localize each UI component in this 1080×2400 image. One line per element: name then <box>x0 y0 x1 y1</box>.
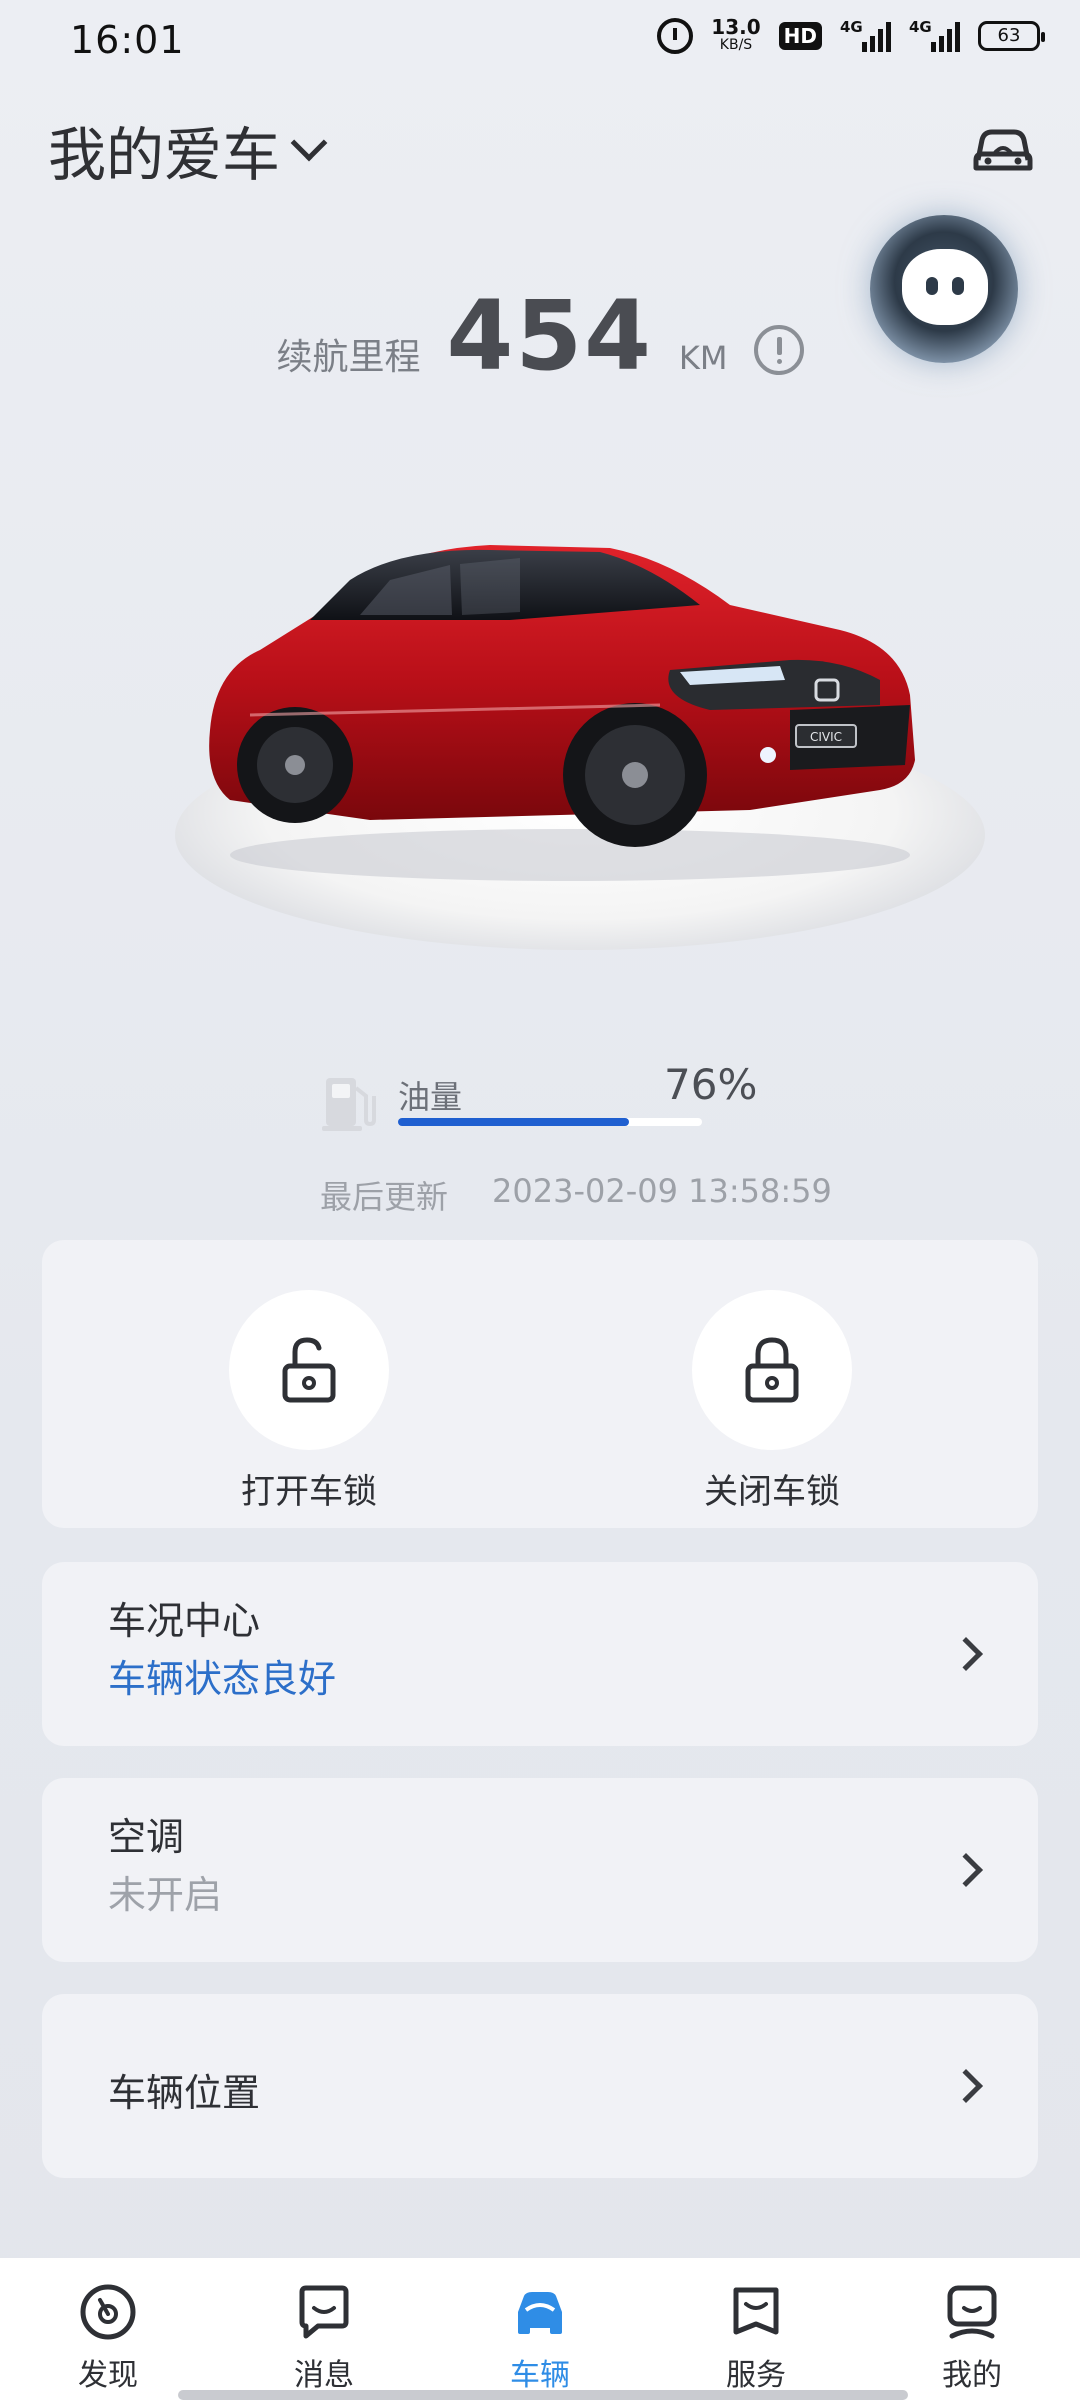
discover-icon <box>80 2284 136 2340</box>
last-update-time: 2023-02-09 13:58:59 <box>492 1172 832 1210</box>
vehicle-location-card[interactable]: 车辆位置 <box>42 1994 1038 2178</box>
tab-label: 发现 <box>78 2358 138 2393</box>
sim2-network-label: 4G <box>909 18 932 36</box>
range-unit: KM <box>678 339 728 377</box>
location-title: 车辆位置 <box>108 2071 261 2115</box>
status-icons: 13.0 KB/S HD 4G 4G 63 <box>657 17 1045 54</box>
status-time: 16:01 <box>70 18 185 62</box>
info-icon[interactable] <box>753 325 804 375</box>
tab-discover[interactable]: 发现 <box>0 2258 216 2400</box>
tab-label: 车辆 <box>510 2358 570 2393</box>
alarm-icon <box>657 18 694 54</box>
lock-button[interactable]: 关闭车锁 <box>692 1290 852 1513</box>
service-icon <box>733 2287 779 2335</box>
svg-text:CIVIC: CIVIC <box>810 730 842 744</box>
vehicle-home-screen: 16:01 13.0 KB/S HD 4G 4G 63 我的爱车 续航里程 45… <box>0 0 1080 2400</box>
profile-icon <box>947 2285 997 2339</box>
tab-messages[interactable]: 消息 <box>216 2258 432 2400</box>
status-center-status: 车辆状态良好 <box>108 1657 337 1701</box>
unlock-label: 打开车锁 <box>241 1472 377 1512</box>
tab-label: 服务 <box>726 2358 786 2393</box>
tab-service[interactable]: 服务 <box>648 2258 864 2400</box>
home-indicator[interactable] <box>178 2390 908 2400</box>
vehicle-icon <box>518 2292 562 2334</box>
ac-title: 空调 <box>108 1815 185 1859</box>
status-center-title: 车况中心 <box>108 1599 261 1643</box>
unlock-circle <box>229 1290 389 1450</box>
battery-icon: 63 <box>978 21 1045 51</box>
status-center-card[interactable]: 车况中心 车辆状态良好 <box>42 1562 1038 1746</box>
car-image: CIVIC <box>209 545 915 881</box>
chevron-down-icon <box>290 124 328 162</box>
range-display: 续航里程 454 KM <box>0 280 1080 392</box>
tab-label: 我的 <box>942 2358 1002 2393</box>
last-update-label: 最后更新 <box>320 1178 449 1216</box>
last-update: 最后更新 2023-02-09 13:58:59 <box>320 1172 832 1218</box>
vehicle-selector[interactable]: 我的爱车 <box>48 108 328 192</box>
network-speed: 13.0 KB/S <box>711 17 760 54</box>
fuel-level-fill <box>398 1118 630 1126</box>
message-icon <box>299 2285 349 2339</box>
hd-voice-icon: HD <box>778 22 822 50</box>
fuel-level-bar <box>398 1118 702 1126</box>
unlock-button[interactable]: 打开车锁 <box>229 1290 389 1513</box>
bottom-tab-bar: 发现 消息 车辆 服务 我的 <box>0 2258 1080 2400</box>
lock-control-card: 打开车锁 关闭车锁 <box>42 1240 1038 1528</box>
page-title: 我的爱车 <box>48 121 281 189</box>
car-front-icon[interactable] <box>970 118 1036 184</box>
signal-sim1-icon: 4G <box>840 18 891 52</box>
range-label: 续航里程 <box>276 337 421 378</box>
status-bar: 16:01 13.0 KB/S HD 4G 4G 63 <box>0 0 1080 84</box>
tab-vehicle[interactable]: 车辆 <box>432 2258 648 2400</box>
lock-circle <box>692 1290 852 1450</box>
locked-padlock-icon <box>745 1337 799 1403</box>
fuel-percent: 76% <box>664 1060 758 1109</box>
air-conditioning-card[interactable]: 空调 未开启 <box>42 1778 1038 1962</box>
sim1-network-label: 4G <box>840 18 863 36</box>
tab-label: 消息 <box>294 2358 354 2393</box>
ac-status: 未开启 <box>108 1873 223 1917</box>
fuel-label: 油量 <box>398 1078 463 1116</box>
signal-sim2-icon: 4G <box>909 18 960 52</box>
chevron-right-icon <box>949 2069 983 2103</box>
tab-profile[interactable]: 我的 <box>864 2258 1080 2400</box>
chevron-right-icon <box>949 1637 983 1671</box>
fuel-pump-icon <box>322 1078 376 1131</box>
lock-label: 关闭车锁 <box>704 1472 840 1512</box>
chevron-right-icon <box>949 1853 983 1887</box>
range-value: 454 <box>446 280 653 392</box>
unlocked-padlock-icon <box>282 1337 336 1403</box>
